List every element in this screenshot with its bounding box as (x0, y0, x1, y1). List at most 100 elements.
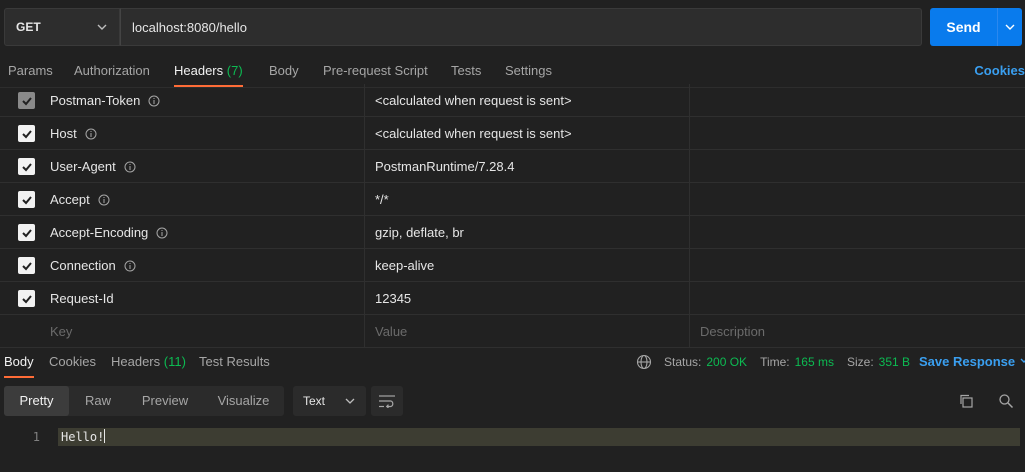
copy-icon[interactable] (956, 391, 976, 411)
header-value-cell[interactable]: */* (366, 183, 690, 216)
info-icon[interactable] (85, 128, 97, 140)
new-key-cell[interactable]: Key (40, 315, 365, 348)
response-tab-test-results[interactable]: Test Results (199, 346, 270, 378)
key-placeholder: Key (50, 324, 73, 339)
wrap-lines-icon (378, 394, 396, 408)
tab-pre-request-script[interactable]: Pre-request Script (323, 56, 428, 87)
text-cursor (104, 429, 106, 443)
header-key: Host (50, 126, 77, 141)
header-value-cell[interactable]: gzip, deflate, br (366, 216, 690, 249)
header-key-cell[interactable]: Accept-Encoding (40, 216, 365, 249)
info-icon[interactable] (156, 227, 168, 239)
header-key-cell[interactable]: Postman-Token (40, 84, 365, 117)
header-description-cell[interactable] (691, 84, 1025, 117)
table-row: Postman-Token <calculated when request i… (0, 84, 1025, 117)
table-row: Accept */* (0, 183, 1025, 216)
header-description-cell[interactable] (691, 183, 1025, 216)
search-icon[interactable] (996, 391, 1016, 411)
info-icon[interactable] (98, 194, 110, 206)
save-response-label: Save Response (919, 354, 1016, 369)
header-value: <calculated when request is sent> (375, 93, 572, 108)
header-checkbox[interactable] (18, 224, 35, 241)
format-label: Text (303, 394, 326, 408)
header-checkbox[interactable] (18, 191, 35, 208)
table-row: Connection keep-alive (0, 249, 1025, 282)
header-key: Accept-Encoding (50, 225, 149, 240)
header-key: Accept (50, 192, 90, 207)
size-value[interactable]: 351 B (879, 355, 910, 369)
header-key-cell[interactable]: User-Agent (40, 150, 365, 183)
header-value-cell[interactable]: <calculated when request is sent> (366, 84, 690, 117)
header-description-cell[interactable] (691, 117, 1025, 150)
header-description-cell[interactable] (691, 249, 1025, 282)
tab-params[interactable]: Params (8, 56, 53, 87)
new-description-cell[interactable]: Description (691, 315, 1025, 348)
status-value[interactable]: 200 OK (706, 355, 747, 369)
info-icon[interactable] (124, 161, 136, 173)
table-row: Accept-Encoding gzip, deflate, br (0, 216, 1025, 249)
header-value-cell[interactable]: <calculated when request is sent> (366, 117, 690, 150)
response-tab-cookies[interactable]: Cookies (49, 346, 96, 378)
tab-headers-count: (7) (226, 63, 243, 78)
header-key-cell[interactable]: Request-Id (40, 282, 365, 315)
wrap-lines-button[interactable] (371, 386, 403, 416)
send-options-chevron-icon[interactable] (998, 21, 1022, 33)
header-key: Request-Id (50, 291, 114, 306)
view-raw[interactable]: Raw (69, 386, 127, 416)
header-description-cell[interactable] (691, 282, 1025, 315)
table-row: Request-Id 12345 (0, 282, 1025, 315)
header-key: Connection (50, 258, 116, 273)
header-value: PostmanRuntime/7.28.4 (375, 159, 515, 174)
header-checkbox[interactable] (18, 290, 35, 307)
response-body-content: Hello! (61, 430, 105, 444)
header-key-cell[interactable]: Connection (40, 249, 365, 282)
response-body-text[interactable]: Hello! (61, 428, 106, 446)
chevron-down-icon (344, 395, 356, 410)
header-value-cell[interactable]: keep-alive (366, 249, 690, 282)
header-value: keep-alive (375, 258, 435, 273)
time-value[interactable]: 165 ms (795, 355, 834, 369)
header-description-cell[interactable] (691, 216, 1025, 249)
line-highlight (58, 428, 1020, 446)
globe-icon[interactable] (636, 354, 652, 370)
status-label: Status: (664, 355, 702, 369)
view-visualize[interactable]: Visualize (203, 386, 284, 416)
info-icon[interactable] (148, 95, 160, 107)
cookies-link[interactable]: Cookies (974, 56, 1025, 85)
url-input[interactable]: localhost:8080/hello (120, 8, 922, 46)
header-value-cell[interactable]: 12345 (366, 282, 690, 315)
send-divider (997, 8, 998, 46)
tab-authorization[interactable]: Authorization (74, 56, 150, 87)
method-select[interactable]: GET (4, 8, 120, 46)
response-status-area: Status: 200 OK Time: 165 ms Size: 351 B (636, 346, 923, 378)
header-value-cell[interactable]: PostmanRuntime/7.28.4 (366, 150, 690, 183)
header-checkbox[interactable] (18, 92, 35, 109)
header-checkbox[interactable] (18, 257, 35, 274)
header-checkbox[interactable] (18, 125, 35, 142)
new-value-cell[interactable]: Value (366, 315, 690, 348)
chevron-down-icon (1020, 358, 1025, 363)
tab-tests[interactable]: Tests (451, 56, 481, 87)
header-checkbox[interactable] (18, 158, 35, 175)
header-key-cell[interactable]: Accept (40, 183, 365, 216)
tab-settings[interactable]: Settings (505, 56, 552, 87)
tab-body[interactable]: Body (269, 56, 299, 87)
tab-headers[interactable]: Headers (7) (174, 56, 243, 87)
send-button[interactable]: Send (930, 8, 1022, 46)
header-description-cell[interactable] (691, 150, 1025, 183)
headers-table: Postman-Token <calculated when request i… (0, 84, 1025, 348)
view-preview[interactable]: Preview (127, 386, 203, 416)
header-key-cell[interactable]: Host (40, 117, 365, 150)
table-row: User-Agent PostmanRuntime/7.28.4 (0, 150, 1025, 183)
response-tab-body[interactable]: Body (4, 346, 34, 378)
format-select[interactable]: Text (293, 386, 366, 416)
response-tabs: Body Cookies Headers (11) Test Results S… (0, 346, 1025, 378)
info-icon[interactable] (124, 260, 136, 272)
view-pretty[interactable]: Pretty (4, 386, 69, 416)
response-tab-headers[interactable]: Headers (11) (111, 346, 186, 378)
header-key: Postman-Token (50, 93, 141, 108)
response-body-editor[interactable]: 1 Hello! (0, 428, 1025, 446)
response-headers-count: (11) (163, 354, 186, 369)
chevron-down-icon (95, 20, 109, 37)
save-response-button[interactable]: Save Response (919, 346, 1025, 378)
